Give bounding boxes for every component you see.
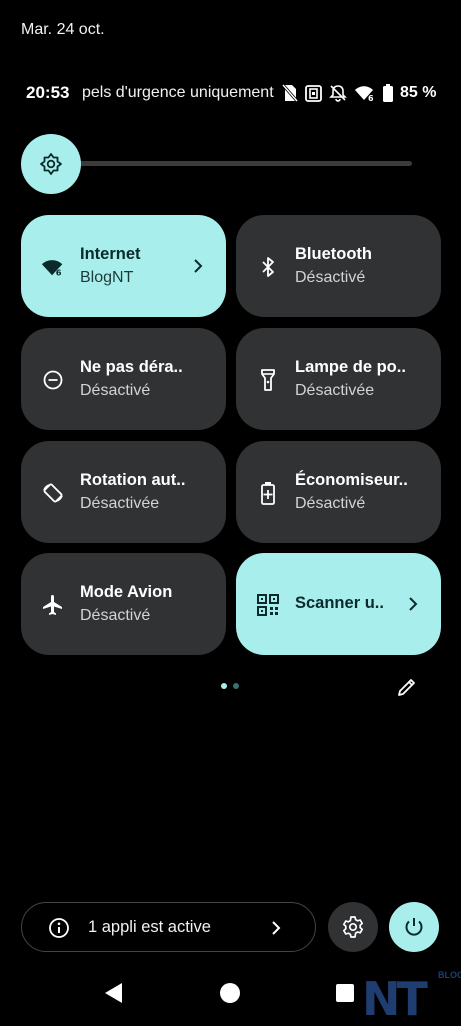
svg-text:6: 6 [56, 267, 62, 277]
brightness-icon [40, 153, 62, 175]
clock: 20:53 [26, 83, 70, 102]
nav-back-button[interactable] [104, 982, 124, 1004]
battery-saver-icon [261, 482, 275, 505]
qr-code-icon [257, 594, 279, 616]
settings-button[interactable] [328, 902, 378, 952]
flashlight-icon [261, 369, 275, 391]
tile-subtitle: BlogNT [80, 269, 134, 286]
tile-title: Mode Avion [80, 583, 173, 601]
svg-text:6: 6 [368, 94, 374, 102]
bluetooth-icon [262, 257, 274, 277]
active-apps-button[interactable]: 1 appli est active [21, 902, 316, 952]
watermark-logo: NT BLOG [362, 970, 461, 1026]
wifi-6-icon: 6 [41, 260, 63, 277]
chevron-right-icon [194, 259, 203, 273]
carrier-label: pels d'urgence uniquement [82, 84, 274, 101]
gear-icon [342, 916, 364, 938]
tile-internet[interactable]: 6 Internet BlogNT [21, 215, 226, 317]
battery-percent: 85 % [400, 84, 437, 101]
wifi-6-icon: 6 [355, 86, 374, 102]
power-icon [405, 918, 423, 936]
auto-rotate-icon [43, 483, 63, 503]
status-icons: 6 85 % [282, 82, 436, 104]
tile-title: Rotation aut.. [80, 471, 186, 489]
tile-bluetooth[interactable]: Bluetooth Désactivé [236, 215, 441, 317]
info-icon [49, 918, 69, 938]
nav-recents-button[interactable] [336, 984, 354, 1002]
airplane-icon [43, 595, 62, 615]
tile-subtitle: Désactivé [295, 269, 366, 286]
do-not-disturb-icon [43, 370, 63, 390]
power-button[interactable] [389, 902, 439, 952]
tile-do-not-disturb[interactable]: Ne pas déra.. Désactivé [21, 328, 226, 430]
tile-flashlight[interactable]: Lampe de po.. Désactivée [236, 328, 441, 430]
brightness-handle[interactable] [21, 134, 81, 194]
brightness-slider[interactable] [79, 161, 412, 166]
page-indicator [221, 683, 239, 689]
tile-title: Économiseur.. [295, 471, 408, 489]
tile-title: Scanner u.. [295, 594, 384, 612]
nav-home-button[interactable] [220, 983, 240, 1003]
tile-title: Internet [80, 245, 141, 263]
chevron-right-icon [272, 921, 281, 935]
tile-battery-saver[interactable]: Économiseur.. Désactivé [236, 441, 441, 543]
page-dot [233, 683, 239, 689]
tile-qr-scanner[interactable]: Scanner u.. [236, 553, 441, 655]
active-apps-label: 1 appli est active [88, 918, 211, 936]
tile-subtitle: Désactivée [295, 382, 375, 399]
tile-title: Lampe de po.. [295, 358, 406, 376]
edit-pencil-icon[interactable] [396, 676, 418, 698]
tile-title: Bluetooth [295, 245, 372, 263]
page-dot-active [221, 683, 227, 689]
tile-subtitle: Désactivé [80, 382, 151, 399]
no-sim-icon [282, 84, 298, 102]
watermark-text: NT [362, 972, 428, 1026]
tile-subtitle: Désactivée [80, 495, 160, 512]
tile-subtitle: Désactivé [80, 607, 151, 624]
tile-auto-rotate[interactable]: Rotation aut.. Désactivée [21, 441, 226, 543]
tile-title: Ne pas déra.. [80, 358, 183, 376]
watermark-tag: BLOG [438, 970, 461, 980]
tile-airplane-mode[interactable]: Mode Avion Désactivé [21, 553, 226, 655]
date-label: Mar. 24 oct. [21, 21, 105, 38]
tile-subtitle: Désactivé [295, 495, 366, 512]
nfc-icon [305, 84, 322, 102]
battery-icon [383, 84, 393, 102]
chevron-right-icon [409, 597, 418, 611]
silent-icon [329, 85, 347, 102]
